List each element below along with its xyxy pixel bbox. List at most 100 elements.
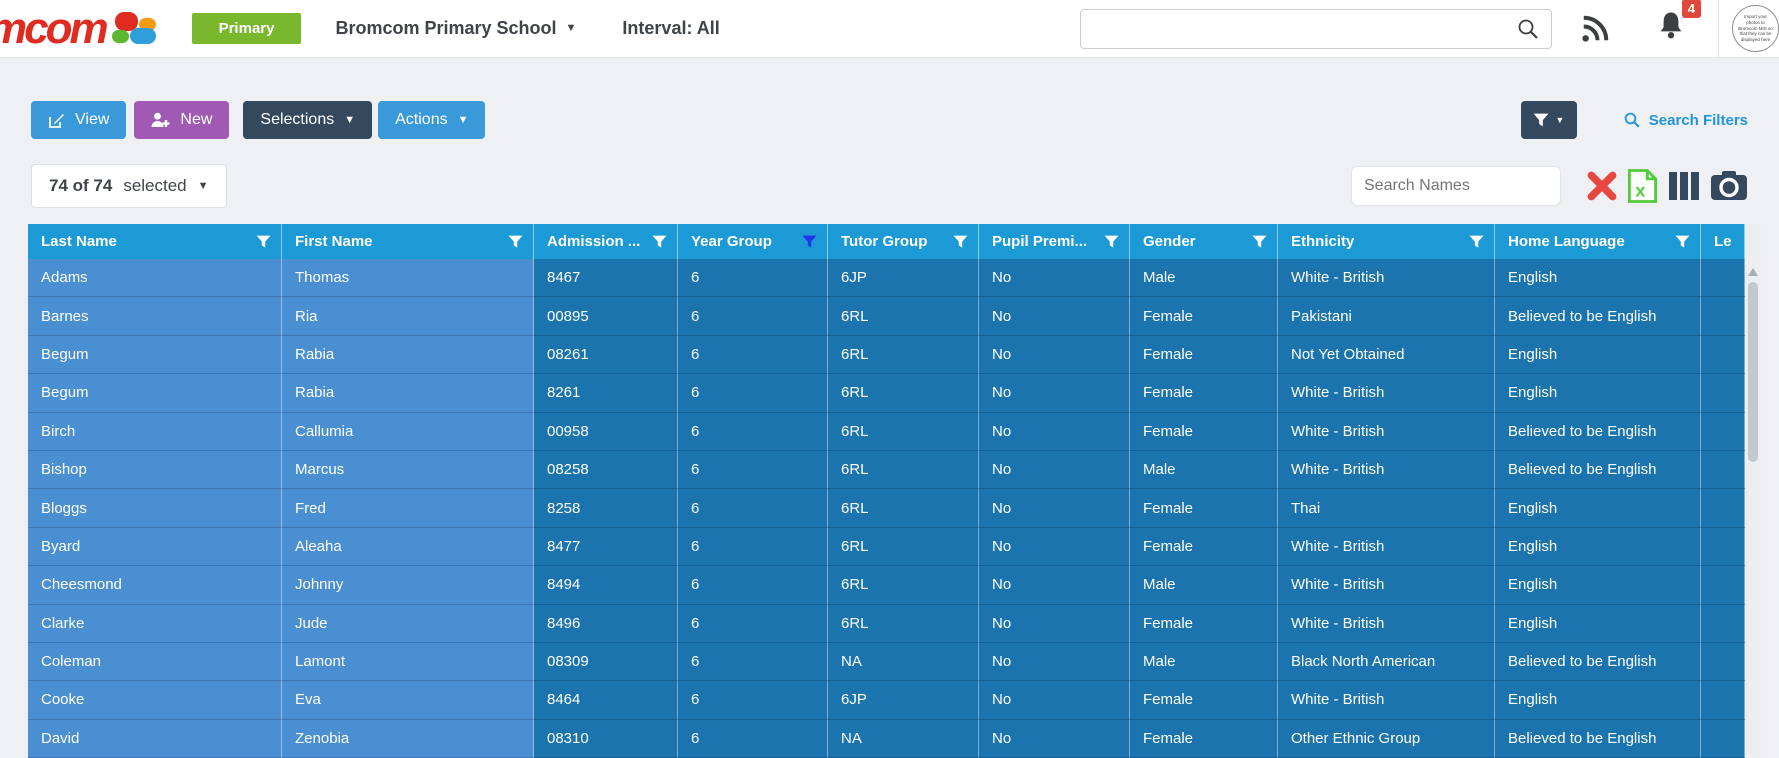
camera-icon[interactable]	[1710, 171, 1748, 201]
column-header-admission[interactable]: Admission ...	[534, 224, 678, 259]
student-row[interactable]: David Zenobia 08310 6 NA No Female Other Ethnic…	[28, 719, 1745, 758]
column-header-pupil-premi[interactable]: Pupil Premi...	[979, 224, 1130, 259]
cell-pupil-premi: No	[979, 335, 1130, 375]
filter-toggle-button[interactable]: ▼	[1520, 101, 1577, 139]
cell-pupil-premi: No	[979, 297, 1130, 336]
search-filters-link[interactable]: Search Filters	[1623, 111, 1748, 129]
cell-gender: Female	[1130, 681, 1278, 720]
global-search	[1080, 8, 1552, 49]
cell-first-name: Callumia	[282, 412, 534, 451]
student-row[interactable]: Bishop Marcus 08258 6 6RL No Male White - Briti…	[28, 450, 1745, 490]
cell-admission: 08261	[534, 335, 678, 375]
cell-le	[1701, 642, 1745, 682]
filter-funnel-icon[interactable]	[953, 235, 968, 249]
cell-last-name: Cheesmond	[28, 566, 282, 605]
cell-first-name: Lamont	[282, 642, 534, 682]
filter-funnel-icon[interactable]	[652, 235, 667, 249]
filter-funnel-icon[interactable]	[1252, 235, 1267, 249]
cell-year-group: 6	[678, 450, 828, 490]
column-label: Home Language	[1508, 233, 1625, 250]
student-row[interactable]: Begum Rabia 8261 6 6RL No Female White - Britis…	[28, 374, 1745, 413]
grid-header-row: Last Name First Name Admission ... Year Gro…	[28, 224, 1745, 259]
filter-funnel-icon[interactable]	[1469, 235, 1484, 249]
column-header-first-name[interactable]: First Name	[282, 224, 534, 259]
column-header-year-group[interactable]: Year Group	[678, 224, 828, 259]
selected-count-dropdown[interactable]: 74 of 74 selected ▼	[31, 164, 227, 208]
cell-le	[1701, 566, 1745, 605]
student-row[interactable]: Byard Aleaha 8477 6 6RL No Female White - Briti…	[28, 527, 1745, 567]
filter-funnel-icon[interactable]	[1104, 235, 1119, 249]
student-row[interactable]: Adams Thomas 8467 6 6JP No Male White - British…	[28, 259, 1745, 298]
cell-year-group: 6	[678, 681, 828, 720]
cell-ethnicity: White - British	[1278, 604, 1495, 643]
filter-funnel-icon[interactable]	[256, 235, 271, 249]
column-label: Pupil Premi...	[992, 233, 1088, 250]
cell-home-language: English	[1495, 681, 1701, 720]
cell-last-name: Birch	[28, 412, 282, 451]
filter-funnel-icon	[1533, 113, 1549, 127]
view-button[interactable]: View	[31, 101, 127, 139]
global-search-input[interactable]	[1080, 8, 1552, 49]
header-divider	[1718, 0, 1719, 58]
student-row[interactable]: Birch Callumia 00958 6 6RL No Female White - Br…	[28, 412, 1745, 451]
cell-ethnicity: Pakistani	[1278, 297, 1495, 336]
cell-year-group: 6	[678, 335, 828, 375]
notifications-button[interactable]: 4	[1656, 0, 1701, 47]
filter-funnel-icon[interactable]	[1675, 235, 1690, 249]
add-person-icon	[151, 112, 170, 127]
search-icon[interactable]	[1516, 17, 1540, 41]
student-row[interactable]: Clarke Jude 8496 6 6RL No Female White - Britis…	[28, 604, 1745, 643]
search-names-input[interactable]	[1351, 166, 1561, 206]
cell-ethnicity: Black North American	[1278, 642, 1495, 682]
student-row[interactable]: Cheesmond Johnny 8494 6 6RL No Male White - Bri…	[28, 566, 1745, 605]
student-row[interactable]: Coleman Lamont 08309 6 NA No Male Black North A…	[28, 642, 1745, 682]
export-excel-icon[interactable]: x	[1627, 168, 1658, 204]
column-header-gender[interactable]: Gender	[1130, 224, 1278, 259]
scroll-up-arrow-icon[interactable]	[1748, 268, 1758, 276]
selections-dropdown-button[interactable]: Selections ▼	[243, 101, 373, 139]
cell-admission: 8477	[534, 527, 678, 567]
new-button[interactable]: New	[134, 101, 230, 139]
column-header-home-language[interactable]: Home Language	[1495, 224, 1701, 259]
actions-dropdown-button[interactable]: Actions ▼	[378, 101, 486, 139]
chevron-down-icon: ▼	[565, 22, 577, 34]
interval-selector[interactable]: Interval: All	[622, 18, 719, 39]
cell-year-group: 6	[678, 566, 828, 605]
cell-first-name: Johnny	[282, 566, 534, 605]
school-selector[interactable]: Bromcom Primary School ▼	[335, 18, 576, 39]
avatar[interactable]: Import your photos to Bromcom MIS so tha…	[1732, 5, 1779, 52]
cell-ethnicity: White - British	[1278, 527, 1495, 567]
cell-gender: Male	[1130, 259, 1278, 298]
student-row[interactable]: Begum Rabia 08261 6 6RL No Female Not Yet Obtai…	[28, 335, 1745, 375]
column-header-last-name[interactable]: Last Name	[28, 224, 282, 259]
column-header-tutor-group[interactable]: Tutor Group	[828, 224, 979, 259]
chevron-down-icon: ▼	[457, 113, 469, 126]
cell-admission: 08309	[534, 642, 678, 682]
broadcast-icon[interactable]	[1580, 14, 1610, 44]
scrollbar-thumb[interactable]	[1748, 282, 1758, 462]
cell-admission: 8494	[534, 566, 678, 605]
search-icon	[1624, 112, 1640, 128]
clear-filter-icon[interactable]	[1586, 170, 1618, 202]
cell-last-name: David	[28, 719, 282, 758]
student-row[interactable]: Barnes Ria 00895 6 6RL No Female Pakistani Belie…	[28, 297, 1745, 336]
selected-count: 74 of 74	[49, 176, 113, 195]
cell-gender: Female	[1130, 374, 1278, 413]
school-name: Bromcom Primary School	[335, 18, 557, 38]
cell-tutor-group: 6RL	[828, 604, 979, 643]
vertical-scrollbar[interactable]	[1745, 224, 1761, 758]
cell-first-name: Aleaha	[282, 527, 534, 567]
bromcom-logo[interactable]: mcom	[0, 6, 160, 51]
column-header-ethnicity[interactable]: Ethnicity	[1278, 224, 1495, 259]
cell-admission: 00895	[534, 297, 678, 336]
student-row[interactable]: Bloggs Fred 8258 6 6RL No Female Thai English	[28, 489, 1745, 528]
student-row[interactable]: Cooke Eva 8464 6 6JP No Female White - British E…	[28, 681, 1745, 720]
cell-tutor-group: 6RL	[828, 412, 979, 451]
cell-admission: 00958	[534, 412, 678, 451]
columns-icon[interactable]	[1667, 171, 1701, 201]
svg-text:x: x	[1635, 181, 1645, 201]
column-header-le[interactable]: Le	[1701, 224, 1745, 259]
primary-phase-badge: Primary	[191, 13, 302, 44]
filter-funnel-icon[interactable]	[802, 235, 817, 249]
filter-funnel-icon[interactable]	[508, 235, 523, 249]
